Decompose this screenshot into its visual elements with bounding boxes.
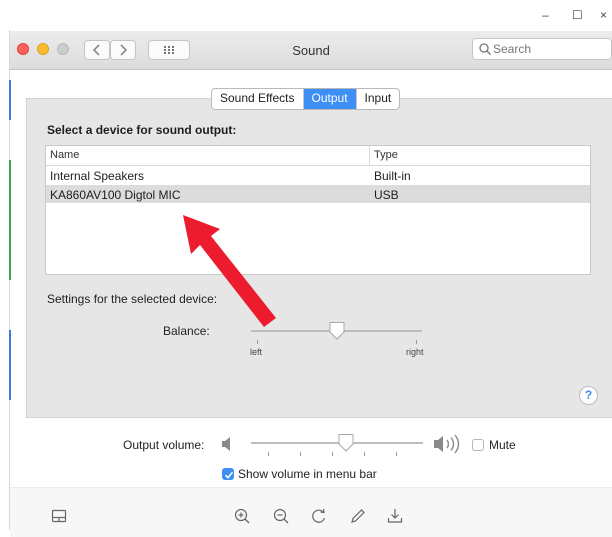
device-type: USB (374, 188, 399, 202)
minimize-traffic-light[interactable] (37, 43, 49, 55)
grid-icon (164, 46, 174, 54)
device-row-selected[interactable]: KA860AV100 Digtol MIC USB (46, 185, 590, 203)
volume-slider-thumb[interactable] (337, 433, 355, 453)
rotate-icon[interactable] (310, 507, 328, 525)
chevron-left-icon (92, 44, 100, 56)
column-header-name[interactable]: Name (50, 149, 79, 161)
volume-tick (300, 452, 301, 456)
left-edge-mark (9, 160, 11, 280)
speaker-low-icon (222, 437, 230, 451)
mute-checkbox[interactable] (472, 439, 484, 451)
device-name: KA860AV100 Digtol MIC (50, 188, 181, 202)
tab-sound-effects[interactable]: Sound Effects (212, 89, 304, 109)
table-header: Name Type (46, 146, 590, 166)
balance-tick (416, 340, 417, 344)
close-button[interactable]: × (600, 8, 607, 22)
balance-left-label: left (250, 347, 263, 357)
volume-tick (332, 452, 333, 456)
balance-slider-thumb[interactable] (328, 321, 346, 341)
balance-tick (257, 340, 258, 344)
show-volume-label: Show volume in menu bar (238, 467, 377, 481)
minimize-button[interactable]: – (542, 8, 549, 22)
balance-right-label: right (406, 347, 424, 357)
left-edge-mark (9, 330, 11, 400)
annotation-arrow (183, 215, 276, 327)
show-all-button[interactable] (148, 40, 190, 60)
checkmark-icon (224, 471, 234, 479)
maximize-button[interactable]: ☐ (572, 8, 583, 22)
mute-label: Mute (489, 438, 516, 452)
volume-tick (396, 452, 397, 456)
tab-bar: Sound Effects Output Input (211, 88, 401, 110)
zoom-out-icon[interactable] (272, 507, 290, 525)
chevron-right-icon (120, 44, 128, 56)
volume-tick (268, 452, 269, 456)
output-volume-label: Output volume: (123, 438, 205, 452)
column-header-type[interactable]: Type (374, 149, 398, 161)
volume-tick (364, 452, 365, 456)
tab-input[interactable]: Input (357, 89, 400, 109)
left-edge-mark (9, 80, 11, 120)
title-bar: Sound (10, 31, 612, 70)
speaker-high-icon (434, 434, 460, 454)
pen-icon[interactable] (349, 507, 367, 525)
close-traffic-light[interactable] (17, 43, 29, 55)
device-table: Name Type Internal Speakers Built-in KA8… (45, 145, 591, 275)
download-icon[interactable] (386, 507, 404, 525)
zoom-traffic-light[interactable] (57, 43, 69, 55)
device-list-heading: Select a device for sound output: (47, 123, 237, 137)
device-type: Built-in (374, 169, 411, 183)
zoom-in-icon[interactable] (233, 507, 251, 525)
show-volume-checkbox[interactable] (222, 468, 234, 480)
search-icon (479, 43, 491, 55)
forward-button[interactable] (110, 40, 136, 60)
help-button[interactable]: ? (579, 386, 598, 405)
tab-output[interactable]: Output (303, 89, 357, 109)
search-input[interactable] (472, 38, 612, 60)
column-divider (369, 146, 370, 165)
back-button[interactable] (84, 40, 110, 60)
device-name: Internal Speakers (50, 169, 145, 183)
device-row[interactable]: Internal Speakers Built-in (46, 166, 590, 184)
sidebar-icon[interactable] (50, 507, 68, 525)
